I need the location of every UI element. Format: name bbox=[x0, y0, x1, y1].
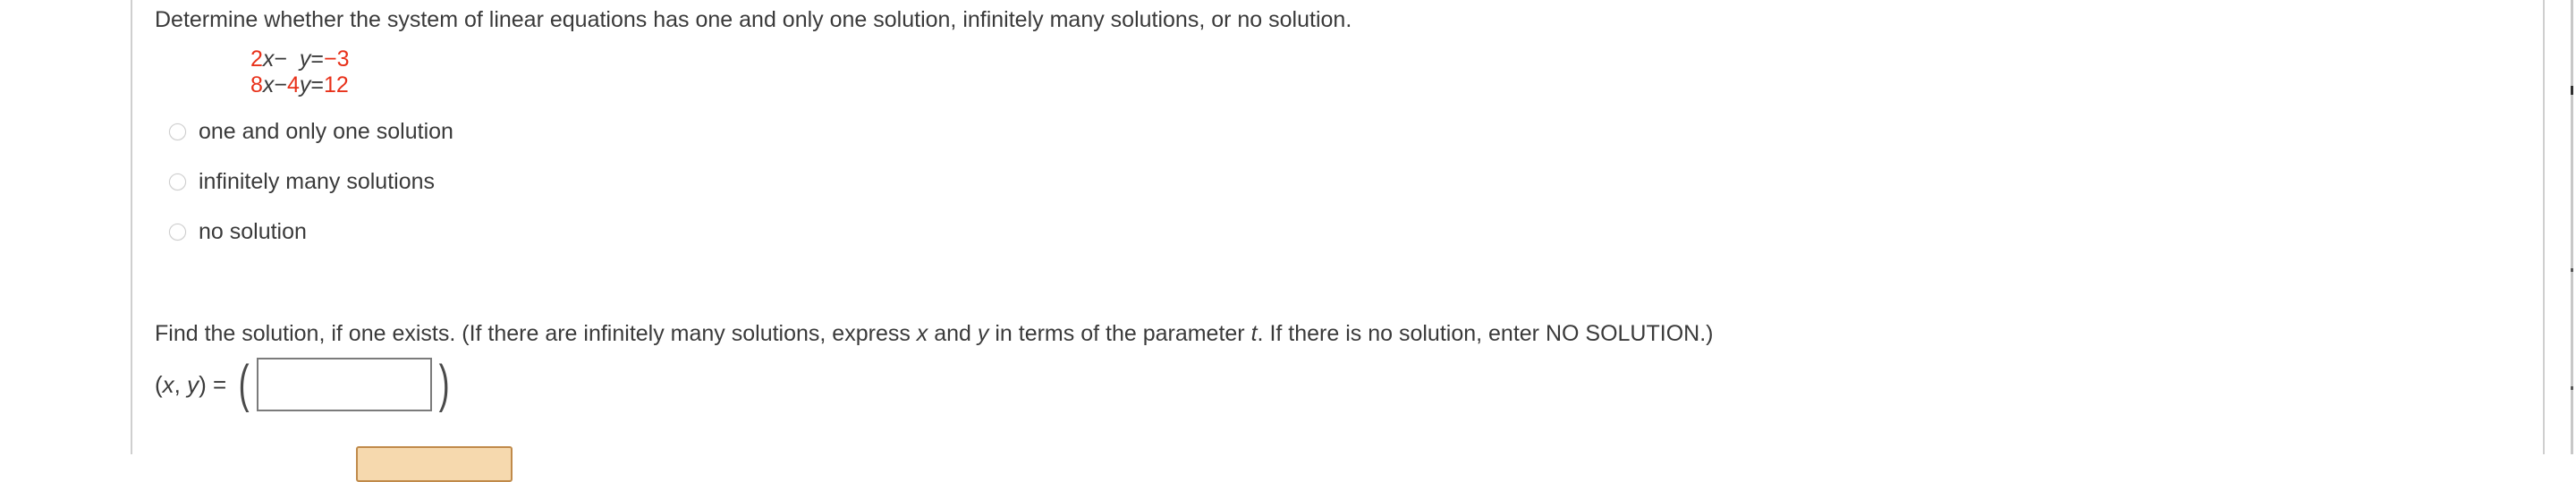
solution-instructions-part3: in terms of the parameter bbox=[988, 321, 1251, 346]
solution-instructions-var-x: x bbox=[916, 321, 928, 346]
radio-button-icon[interactable] bbox=[169, 123, 186, 140]
question-prompt: Determine whether the system of linear e… bbox=[155, 7, 1352, 32]
equation-1-variable-x: x bbox=[262, 47, 275, 72]
answer-open-paren: ( bbox=[238, 355, 250, 413]
left-divider-rule bbox=[131, 0, 132, 454]
equation-2-coefficient-y: 4 bbox=[287, 72, 300, 97]
solution-instructions-part4: . If there is no solution, enter NO SOLU… bbox=[1257, 321, 1714, 346]
answer-entry-row: (x, y) = ( ) bbox=[155, 356, 453, 413]
equation-2-equals: = bbox=[310, 72, 325, 97]
choice-no-solution[interactable]: no solution bbox=[169, 218, 453, 245]
solution-instructions: Find the solution, if one exists. (If th… bbox=[155, 320, 1713, 347]
equation-2-operator: − bbox=[274, 72, 288, 97]
answer-label-equals: = bbox=[206, 370, 227, 398]
equation-2-variable-x: x bbox=[262, 72, 275, 97]
choice-label: no solution bbox=[199, 219, 307, 244]
choice-infinitely-many-solutions[interactable]: infinitely many solutions bbox=[169, 168, 453, 195]
equation-1-rhs: −3 bbox=[324, 47, 350, 72]
answer-label-x: x bbox=[162, 370, 174, 398]
equation-row: 2 x − y = −3 bbox=[250, 47, 350, 72]
right-divider-rule bbox=[2543, 0, 2545, 454]
radio-button-icon[interactable] bbox=[169, 223, 186, 241]
answer-label-comma: , bbox=[174, 370, 188, 398]
solution-instructions-var-t: t bbox=[1250, 321, 1258, 346]
equation-1-equals: = bbox=[310, 47, 325, 72]
answer-label-close-paren: ) bbox=[199, 370, 207, 398]
scrollbar-tick-mark bbox=[2571, 268, 2573, 272]
answer-label-open-paren: ( bbox=[155, 370, 163, 398]
radio-button-icon[interactable] bbox=[169, 173, 186, 190]
equation-1-coefficient-x: 2 bbox=[250, 47, 263, 72]
solution-instructions-part1: Find the solution, if one exists. (If th… bbox=[155, 321, 917, 346]
equation-2-variable-y: y bbox=[299, 72, 311, 97]
choice-label: one and only one solution bbox=[199, 119, 453, 144]
answer-close-paren: ) bbox=[438, 355, 450, 413]
answer-ordered-pair-label: (x, y) = bbox=[155, 371, 226, 399]
scrollbar-tick-mark bbox=[2571, 386, 2573, 390]
equation-row: 8 x − 4 y = 12 bbox=[250, 72, 350, 98]
equation-2-coefficient-x: 8 bbox=[250, 72, 263, 97]
system-of-equations: 2 x − y = −3 8 x − 4 y = 12 bbox=[250, 47, 350, 98]
answer-choices: one and only one solution infinitely man… bbox=[169, 118, 453, 268]
equation-1-operator: − bbox=[274, 47, 288, 72]
choice-label: infinitely many solutions bbox=[199, 169, 436, 194]
submit-button-partial[interactable] bbox=[356, 446, 513, 482]
page-scrollbar-thumb[interactable] bbox=[2571, 86, 2573, 95]
solution-instructions-var-y: y bbox=[977, 321, 989, 346]
answer-input[interactable] bbox=[256, 358, 432, 411]
equation-1-variable-y: y bbox=[299, 47, 311, 72]
equations-table: 2 x − y = −3 8 x − 4 y = 12 bbox=[250, 47, 350, 98]
choice-one-and-only-one-solution[interactable]: one and only one solution bbox=[169, 118, 453, 145]
equation-2-rhs: 12 bbox=[324, 72, 349, 97]
question-content: Determine whether the system of linear e… bbox=[155, 0, 2525, 482]
question-page: Determine whether the system of linear e… bbox=[0, 0, 2576, 482]
solution-instructions-part2: and bbox=[928, 321, 978, 346]
answer-label-y: y bbox=[187, 370, 199, 398]
